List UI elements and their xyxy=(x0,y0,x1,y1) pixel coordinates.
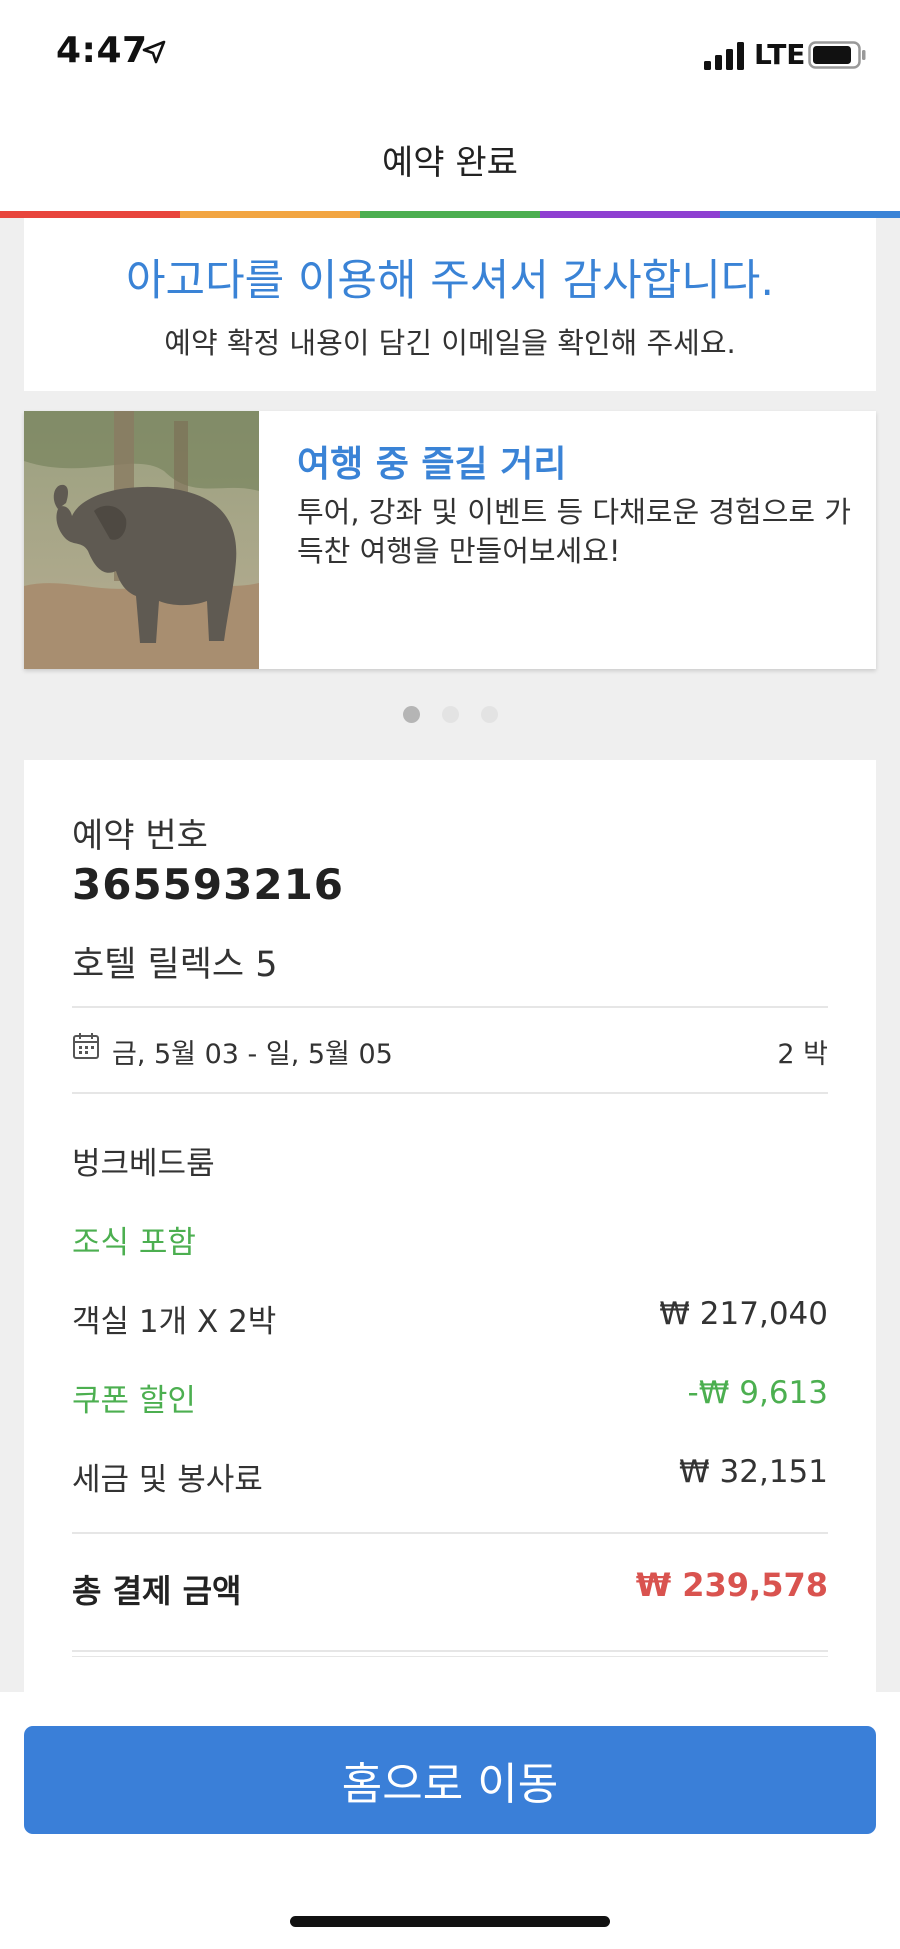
promo-title: 여행 중 즐길 거리 xyxy=(297,444,567,485)
rainbow-segment xyxy=(540,211,720,218)
home-indicator[interactable] xyxy=(290,1916,610,1927)
status-bar: 4:47 LTE xyxy=(0,0,900,105)
hotel-name: 호텔 릴렉스 5 xyxy=(72,945,278,985)
coupon-label: 쿠폰 할인 xyxy=(72,1383,196,1419)
room-type: 벙크베드룸 xyxy=(72,1146,215,1182)
tax-value: ₩ 32,151 xyxy=(679,1454,828,1490)
tax-label: 세금 및 봉사료 xyxy=(72,1462,263,1498)
breakfast-included: 조식 포함 xyxy=(72,1225,196,1261)
total-value: ₩ 239,578 xyxy=(635,1566,828,1604)
divider xyxy=(72,1006,828,1008)
divider xyxy=(72,1092,828,1094)
thanks-card: 아고다를 이용해 주셔서 감사합니다. 예약 확정 내용이 담긴 이메일을 확인… xyxy=(24,218,876,391)
total-label: 총 결제 금액 xyxy=(72,1572,242,1610)
stay-dates: 금, 5월 03 - 일, 5월 05 xyxy=(112,1039,393,1070)
rainbow-segment xyxy=(0,211,180,218)
battery-icon xyxy=(808,41,866,69)
network-type: LTE xyxy=(754,38,806,71)
rainbow-segment xyxy=(180,211,360,218)
booking-details-card: 예약 번호 365593216 호텔 릴렉스 5 금, 5월 03 - 일, 5… xyxy=(24,760,876,1692)
price-row-label: 객실 1개 X 2박 xyxy=(72,1304,277,1340)
rainbow-divider xyxy=(0,211,900,218)
bottom-action-bar: 홈으로 이동 xyxy=(0,1692,900,1949)
rainbow-segment xyxy=(360,211,540,218)
divider xyxy=(72,1650,828,1652)
booking-number: 365593216 xyxy=(72,860,345,909)
price-row-value: ₩ 217,040 xyxy=(659,1296,828,1332)
page-header: 예약 완료 xyxy=(0,105,900,211)
carousel-indicator xyxy=(0,706,900,723)
coupon-value: -₩ 9,613 xyxy=(687,1375,828,1411)
carousel-dot[interactable] xyxy=(402,706,420,723)
thanks-subtitle: 예약 확정 내용이 담긴 이메일을 확인해 주세요. xyxy=(164,326,736,360)
divider xyxy=(72,1656,828,1657)
booking-number-label: 예약 번호 xyxy=(72,816,208,856)
carousel-dot[interactable] xyxy=(480,706,498,723)
location-arrow-icon xyxy=(142,40,166,64)
carousel-dot[interactable] xyxy=(441,706,459,723)
divider xyxy=(72,1532,828,1534)
elephant-photo xyxy=(24,411,259,669)
promo-description: 투어, 강좌 및 이벤트 등 다채로운 경험으로 가득찬 여행을 만들어보세요! xyxy=(297,495,851,568)
thanks-title: 아고다를 이용해 주셔서 감사합니다. xyxy=(125,256,775,306)
go-home-button[interactable]: 홈으로 이동 xyxy=(24,1726,876,1834)
calendar-icon xyxy=(73,1033,99,1059)
status-time: 4:47 xyxy=(56,30,148,71)
rainbow-segment xyxy=(720,211,900,218)
signal-strength-icon xyxy=(704,42,744,70)
page-title: 예약 완료 xyxy=(382,143,518,183)
stay-nights: 2 박 xyxy=(777,1039,828,1070)
activities-promo-card[interactable]: 여행 중 즐길 거리 투어, 강좌 및 이벤트 등 다채로운 경험으로 가득찬 … xyxy=(24,411,876,669)
